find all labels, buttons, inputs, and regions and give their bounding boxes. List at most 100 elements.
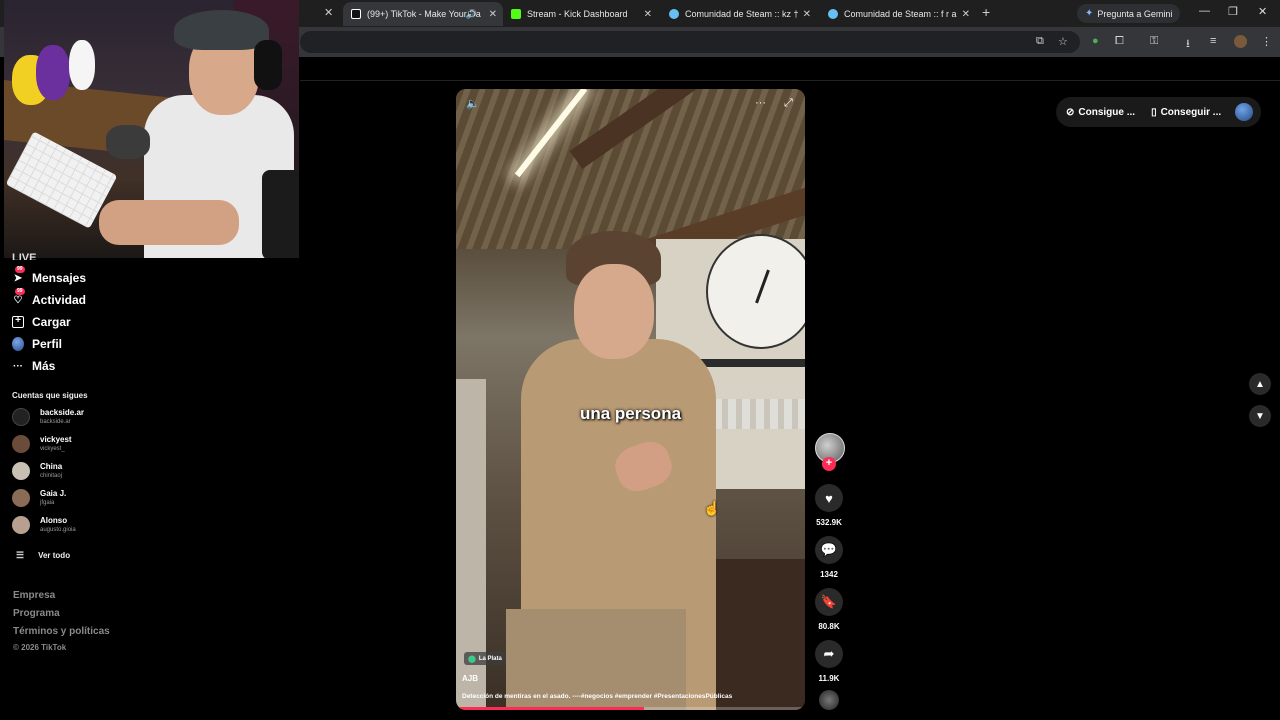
location-label: La Plata xyxy=(478,655,502,662)
sidebar-item-mensajes[interactable]: ➤ 99 Mensajes xyxy=(11,266,87,287)
account-handle: vickyest_ xyxy=(40,446,65,452)
more-icon: ··· xyxy=(13,360,23,372)
footer-link-empresa[interactable]: Empresa xyxy=(13,590,55,601)
volume-icon[interactable]: 🔈 xyxy=(466,97,480,110)
gemini-button[interactable]: ✦ Pregunta a Gemini xyxy=(1077,4,1181,23)
follow-plus-icon[interactable]: + xyxy=(822,457,836,471)
avatar xyxy=(12,435,30,453)
close-icon[interactable]: ✕ xyxy=(962,9,970,20)
avatar xyxy=(12,408,30,426)
sidebar-item-live-partial[interactable]: LIVE xyxy=(12,252,72,260)
phone-icon: ▯ xyxy=(1151,106,1157,118)
account-handle: backside.ar xyxy=(40,419,71,425)
upload-icon: + xyxy=(11,315,25,329)
following-section-title: Cuentas que sigues xyxy=(12,391,88,400)
restore-button[interactable]: ❐ xyxy=(1228,5,1238,18)
kebab-menu-icon[interactable]: ⋮ xyxy=(1261,35,1272,48)
streamer-arm xyxy=(99,200,239,245)
tab-kick[interactable]: Stream - Kick Dashboard ✕ xyxy=(503,2,658,26)
browser-profile-avatar[interactable] xyxy=(1234,35,1247,48)
bookmark-star-icon[interactable]: ☆ xyxy=(1058,35,1068,48)
tumbler xyxy=(262,170,299,258)
sidebar-item-label: Más xyxy=(32,359,56,373)
password-key-icon[interactable]: ⚿ xyxy=(1150,35,1158,48)
account-name: vickyest xyxy=(40,435,72,444)
following-account[interactable]: Alonso augusto.gioia xyxy=(12,513,76,537)
sidebar-item-actividad[interactable]: ♡ 99 Actividad xyxy=(11,288,86,309)
extensions-puzzle-icon[interactable]: ⧠ xyxy=(1115,35,1124,48)
close-icon[interactable]: ✕ xyxy=(803,9,811,20)
account-name: backside.ar xyxy=(40,408,85,417)
more-options-icon[interactable]: ··· xyxy=(755,97,766,109)
kick-favicon-icon xyxy=(511,9,521,19)
share-icon: ➦ xyxy=(815,640,843,668)
footer-link-terminos[interactable]: Términos y políticas xyxy=(13,626,110,637)
top-right-actions: ⊘ Consigue ... ▯ Conseguir ... xyxy=(1056,97,1261,127)
mate-cup xyxy=(106,125,150,159)
footer-link-programa[interactable]: Programa xyxy=(13,608,60,619)
chevron-up-icon: ▲ xyxy=(1255,378,1265,390)
address-bar[interactable] xyxy=(300,31,1080,53)
tab-steam-1[interactable]: Comunidad de Steam :: kz † ✕ xyxy=(661,2,817,26)
video-scene-clock xyxy=(706,234,805,349)
see-all-button[interactable]: ☰ Ver todo xyxy=(16,550,70,561)
close-icon[interactable]: ✕ xyxy=(489,9,497,20)
sidebar-item-cargar[interactable]: + Cargar xyxy=(11,313,71,331)
headset xyxy=(254,40,282,90)
tab-steam-2[interactable]: Comunidad de Steam :: f r a ✕ xyxy=(820,2,976,26)
tab-tiktok[interactable]: (99+) TikTok - Make Your Da 🔊 ✕ xyxy=(343,2,503,26)
comment-button[interactable]: 💬 1342 xyxy=(814,536,844,579)
comment-count: 1342 xyxy=(820,570,838,579)
sidebar-item-perfil[interactable]: Perfil xyxy=(11,335,62,353)
save-button[interactable]: 🔖 80.8K xyxy=(814,588,844,631)
account-handle: chinitaoj xyxy=(40,473,63,479)
share-count: 11.9K xyxy=(818,674,840,683)
steam-favicon-icon xyxy=(828,9,838,19)
translate-icon[interactable]: ⧉ xyxy=(1036,35,1044,48)
close-icon[interactable]: ✕ xyxy=(324,6,333,19)
tiktok-favicon-icon xyxy=(351,9,361,19)
get-coins-button[interactable]: ⊘ Consigue ... xyxy=(1066,107,1135,118)
following-account[interactable]: Gaia J. jfgaia xyxy=(12,486,66,510)
extension-dot-icon[interactable]: ● xyxy=(1092,35,1099,47)
music-disc-icon[interactable] xyxy=(819,690,839,710)
like-button[interactable]: ♥ 532.9K xyxy=(814,484,844,527)
gemini-sparkle-icon: ✦ xyxy=(1085,8,1094,19)
minimize-button[interactable]: — xyxy=(1199,5,1210,17)
plush-toy-purple xyxy=(36,45,70,100)
fullscreen-icon[interactable]: ⤢ xyxy=(784,97,793,110)
copyright: © 2026 TikTok xyxy=(13,643,67,652)
get-coins-label: Consigue ... xyxy=(1078,106,1136,118)
following-account[interactable]: vickyest vickyest_ xyxy=(12,432,72,456)
previous-video-button[interactable]: ▲ xyxy=(1249,373,1271,395)
following-account[interactable]: backside.ar backside.ar xyxy=(12,405,84,429)
download-icon[interactable]: ⭳ xyxy=(1186,35,1190,54)
video-progress-bar[interactable] xyxy=(456,707,805,710)
get-app-button[interactable]: ▯ Conseguir ... xyxy=(1151,107,1221,118)
see-all-label: Ver todo xyxy=(38,551,71,560)
next-video-button[interactable]: ▼ xyxy=(1249,405,1271,427)
speaker-icon[interactable]: 🔊 xyxy=(466,9,477,20)
window-close-button[interactable]: ✕ xyxy=(1258,5,1267,18)
location-tag[interactable]: ⬤ La Plata xyxy=(464,652,506,665)
sidebar-item-mas[interactable]: ··· Más xyxy=(11,357,55,375)
account-name: Gaia J. xyxy=(40,489,67,498)
new-tab-button[interactable]: + xyxy=(982,4,990,20)
media-queue-icon[interactable]: ≡ xyxy=(1210,35,1216,47)
sidebar-item-label: Cargar xyxy=(32,315,71,329)
account-handle: jfgaia xyxy=(40,500,55,506)
account-name: Alonso xyxy=(40,516,68,525)
notification-badge: 99 xyxy=(15,266,25,273)
video-author[interactable]: AJB xyxy=(462,674,478,683)
sidebar-item-label: Mensajes xyxy=(32,271,87,285)
close-icon[interactable]: ✕ xyxy=(644,9,652,20)
plush-toy-white xyxy=(69,40,95,90)
tab-label: Comunidad de Steam :: kz † xyxy=(685,9,799,19)
share-button[interactable]: ➦ 11.9K xyxy=(814,640,844,683)
list-icon: ☰ xyxy=(16,550,25,560)
location-pin-icon: ⬤ xyxy=(468,655,476,663)
tab-label: Comunidad de Steam :: f r a xyxy=(844,9,957,19)
video-player[interactable]: 🔈 ··· ⤢ una persona ⬤ La Plata AJB Detec… xyxy=(456,89,805,710)
following-account[interactable]: China chinitaoj xyxy=(12,459,62,483)
user-avatar[interactable] xyxy=(1235,103,1253,121)
